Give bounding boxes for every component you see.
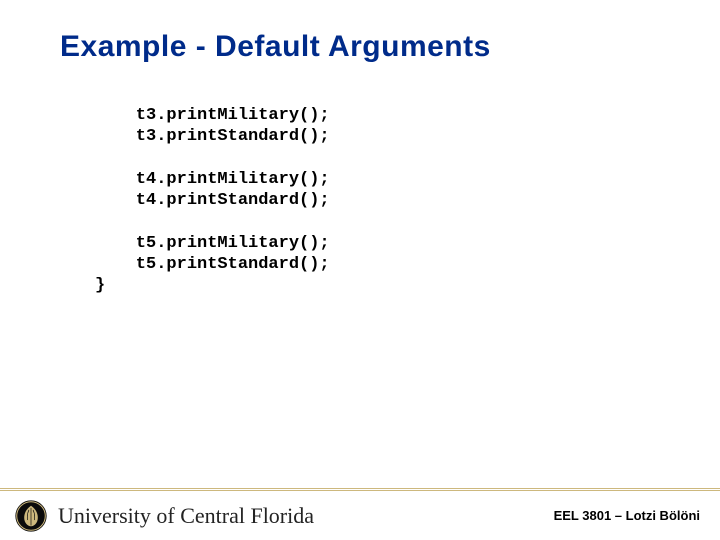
code-line: t3.printStandard();: [95, 127, 330, 146]
footer-inner: University of Central Florida EEL 3801 –…: [0, 491, 720, 540]
slide-title: Example - Default Arguments: [60, 30, 491, 64]
code-line: t3.printMilitary();: [95, 106, 330, 125]
slide: Example - Default Arguments t3.printMili…: [0, 0, 720, 540]
university-name: University of Central Florida: [58, 503, 314, 529]
code-line: }: [95, 276, 105, 295]
code-line: t5.printMilitary();: [95, 234, 330, 253]
code-line: t5.printStandard();: [95, 255, 330, 274]
ucf-logo-icon: [14, 499, 48, 533]
code-block: t3.printMilitary(); t3.printStandard(); …: [95, 105, 655, 296]
university-block: University of Central Florida: [14, 499, 314, 533]
code-line: t4.printMilitary();: [95, 170, 330, 189]
slide-footer: University of Central Florida EEL 3801 –…: [0, 488, 720, 540]
code-line: t4.printStandard();: [95, 191, 330, 210]
course-label: EEL 3801 – Lotzi Bölöni: [554, 508, 700, 523]
